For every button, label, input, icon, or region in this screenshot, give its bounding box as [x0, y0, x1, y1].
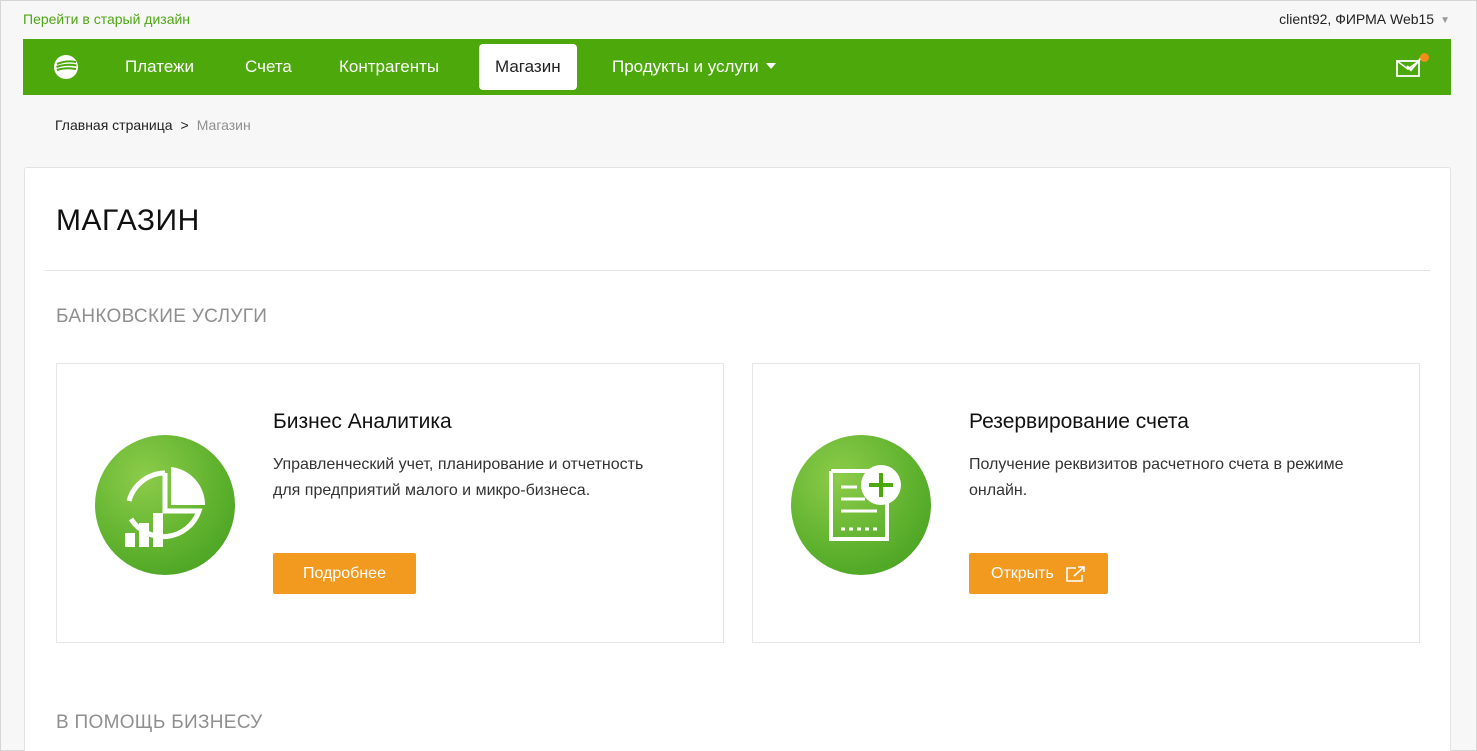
open-button[interactable]: Открыть	[969, 553, 1108, 594]
nav-item-counterparties[interactable]: Контрагенты	[323, 44, 455, 90]
user-menu[interactable]: client92, ФИРМА Web15 ▼	[1279, 11, 1450, 27]
divider	[45, 270, 1430, 271]
content-panel: МАГАЗИН БАНКОВСКИЕ УСЛУГИ Бизнес Аналити…	[24, 167, 1451, 751]
button-label: Открыть	[991, 564, 1054, 582]
chevron-down-icon	[765, 63, 776, 69]
main-navbar: Платежи Счета Контрагенты Магазин Продук…	[23, 39, 1451, 95]
external-link-icon	[1066, 565, 1085, 582]
nav-item-shop[interactable]: Магазин	[479, 44, 577, 90]
card-business-analytics: Бизнес Аналитика Управленческий учет, пл…	[56, 363, 724, 643]
breadcrumb-current: Магазин	[196, 117, 251, 133]
pie-chart-icon	[95, 435, 235, 575]
top-bar: Перейти в старый дизайн client92, ФИРМА …	[1, 1, 1476, 39]
nav-item-accounts[interactable]: Счета	[229, 44, 308, 90]
card-title: Резервирование счета	[969, 410, 1189, 433]
card-description: Управленческий учет, планирование и отче…	[273, 456, 644, 499]
more-details-button[interactable]: Подробнее	[273, 553, 416, 594]
breadcrumb: Главная страница > Магазин	[55, 117, 251, 133]
document-plus-icon	[791, 435, 931, 575]
nav-item-label: Продукты и услуги	[612, 57, 759, 76]
button-label: Подробнее	[303, 564, 386, 582]
nav-item-label: Платежи	[125, 57, 194, 76]
card-title: Бизнес Аналитика	[273, 410, 452, 433]
nav-item-label: Магазин	[495, 57, 561, 76]
user-name: client92, ФИРМА Web15	[1279, 11, 1435, 27]
card-account-reservation: Резервирование счета Получение реквизито…	[752, 363, 1420, 643]
nav-item-label: Контрагенты	[339, 57, 440, 76]
old-design-link[interactable]: Перейти в старый дизайн	[23, 11, 190, 27]
sberbank-logo-icon[interactable]	[53, 54, 79, 80]
nav-item-payments[interactable]: Платежи	[109, 44, 210, 90]
page-title: МАГАЗИН	[56, 204, 200, 237]
notification-dot	[1420, 53, 1429, 62]
nav-item-label: Счета	[245, 57, 292, 76]
breadcrumb-home[interactable]: Главная страница	[55, 117, 173, 133]
user-menu-caret-icon: ▼	[1440, 15, 1450, 26]
section-title-business-help: В ПОМОЩЬ БИЗНЕСУ	[56, 712, 263, 733]
section-title-bank-services: БАНКОВСКИЕ УСЛУГИ	[56, 306, 268, 327]
breadcrumb-separator: >	[180, 117, 189, 133]
card-description: Получение реквизитов расчетного счета в …	[969, 456, 1344, 499]
notifications-button[interactable]	[1395, 53, 1429, 83]
nav-item-products[interactable]: Продукты и услуги	[596, 44, 792, 90]
